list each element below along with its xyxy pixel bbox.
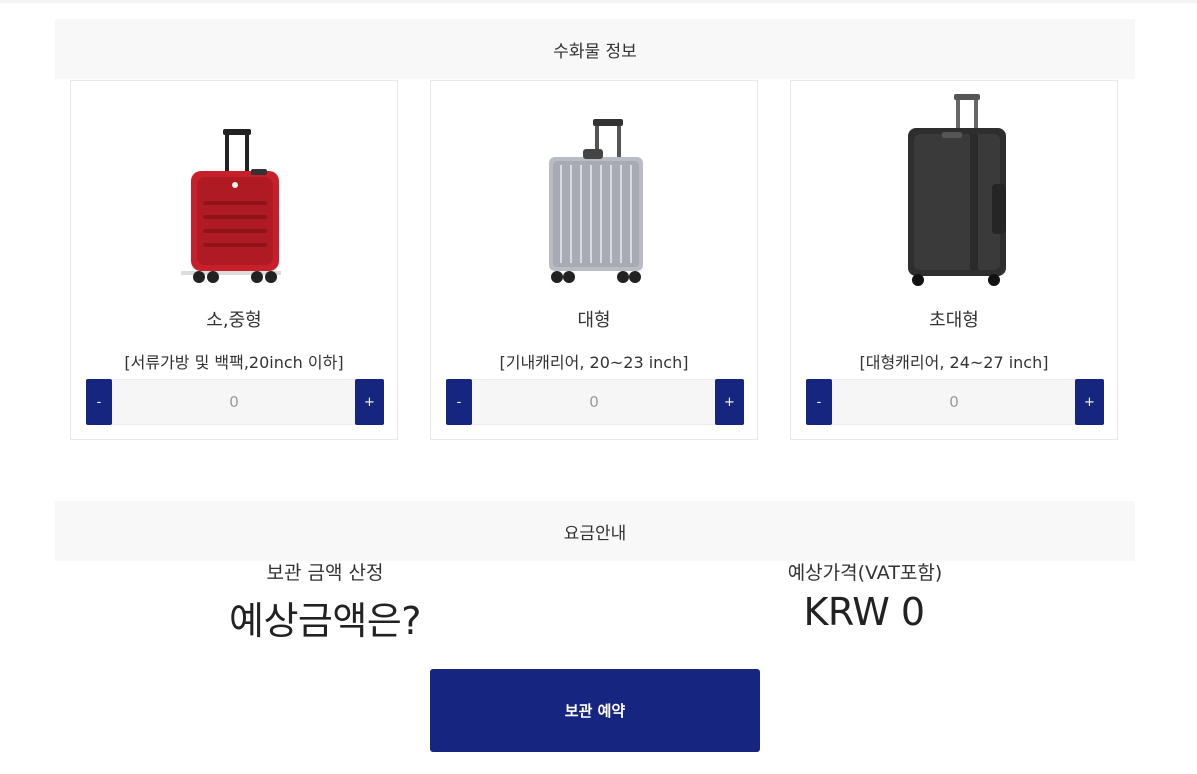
large-suitcase-image — [431, 89, 757, 289]
luggage-section-header: 수화물 정보 — [55, 19, 1135, 79]
quantity-input-extra-large[interactable]: 0 — [832, 379, 1076, 425]
price-value: KRW 0 — [803, 590, 925, 634]
fee-section-title: 요금안내 — [563, 523, 627, 544]
small-suitcase-image — [71, 89, 397, 289]
size-desc-extra-large: [대형캐리어, 24~27 inch] — [859, 353, 1049, 372]
quantity-input-large[interactable]: 0 — [472, 379, 716, 425]
luggage-card-extra-large: 초대형 [대형캐리어, 24~27 inch] - 0 + — [790, 80, 1118, 440]
fee-section-header: 요금안내 — [55, 501, 1135, 561]
reserve-button[interactable]: 보관 예약 — [430, 669, 760, 752]
quantity-stepper-large: - 0 + — [446, 379, 744, 425]
luggage-card-large: 대형 [기내캐리어, 20~23 inch] - 0 + — [430, 80, 758, 440]
decrease-small-button[interactable]: - — [86, 379, 112, 425]
quantity-stepper-small: - 0 + — [86, 379, 384, 425]
size-desc-large: [기내캐리어, 20~23 inch] — [499, 353, 689, 372]
size-name-extra-large: 초대형 — [929, 310, 979, 331]
increase-large-button[interactable]: + — [715, 379, 744, 425]
size-name-large: 대형 — [577, 310, 611, 331]
luggage-card-small: 소,중형 [서류가방 및 백팩,20inch 이하] - 0 + — [70, 80, 398, 440]
luggage-section-title: 수화물 정보 — [553, 41, 637, 62]
estimate-value: 예상금액은? — [229, 599, 421, 643]
price-label: 예상가격(VAT포함) — [787, 562, 943, 584]
extra-large-suitcase-image — [791, 89, 1117, 289]
size-desc-small: [서류가방 및 백팩,20inch 이하] — [124, 353, 344, 372]
quantity-stepper-extra-large: - 0 + — [806, 379, 1104, 425]
increase-extra-large-button[interactable]: + — [1075, 379, 1104, 425]
quantity-input-small[interactable]: 0 — [112, 379, 356, 425]
increase-small-button[interactable]: + — [355, 379, 384, 425]
decrease-extra-large-button[interactable]: - — [806, 379, 832, 425]
decrease-large-button[interactable]: - — [446, 379, 472, 425]
estimate-label: 보관 금액 산정 — [266, 562, 384, 584]
size-name-small: 소,중형 — [206, 310, 262, 331]
top-divider — [0, 0, 1197, 3]
